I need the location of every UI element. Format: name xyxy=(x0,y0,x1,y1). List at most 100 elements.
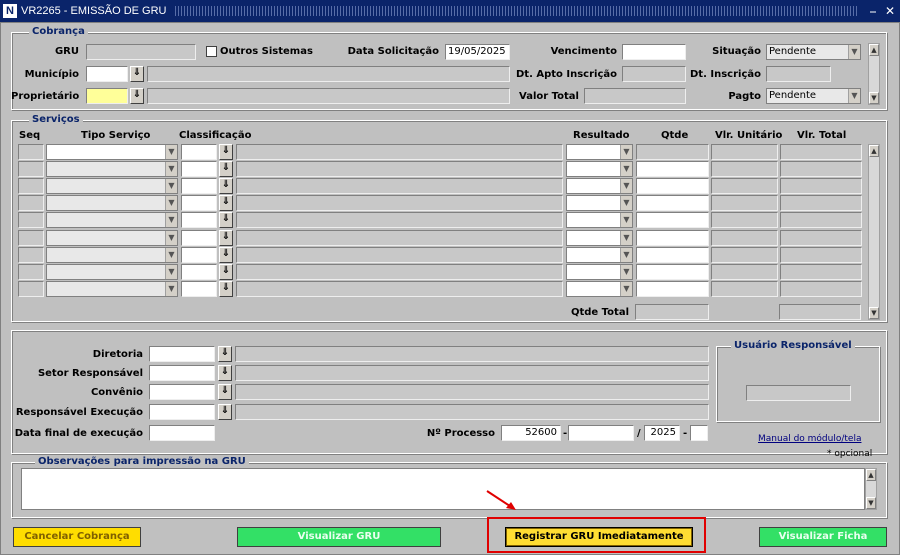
classificacao-code-cell[interactable] xyxy=(181,281,217,297)
scroll-up-icon[interactable]: ▲ xyxy=(869,44,879,56)
vlr-total-sum-field[interactable] xyxy=(779,304,861,320)
classificacao-code-cell[interactable] xyxy=(181,144,217,160)
tipo-servico-select[interactable]: ▼ xyxy=(46,161,178,177)
resultado-select[interactable]: ▼ xyxy=(566,144,633,160)
vlr-total-cell[interactable] xyxy=(780,264,862,280)
usuario-responsavel-field[interactable] xyxy=(746,385,851,401)
vlr-unitario-cell[interactable] xyxy=(711,281,778,297)
classificacao-name-cell[interactable] xyxy=(236,281,563,297)
seq-cell[interactable] xyxy=(18,195,44,211)
vencimento-field[interactable] xyxy=(622,44,686,60)
seq-cell[interactable] xyxy=(18,281,44,297)
classificacao-code-cell[interactable] xyxy=(181,161,217,177)
resultado-select[interactable]: ▼ xyxy=(566,195,633,211)
vlr-total-cell[interactable] xyxy=(780,144,862,160)
classificacao-lov-icon[interactable]: ⇓ xyxy=(219,195,233,211)
outros-sistemas-checkbox[interactable] xyxy=(206,46,217,57)
vlr-total-cell[interactable] xyxy=(780,281,862,297)
convenio-name-field[interactable] xyxy=(235,384,709,400)
vlr-unitario-cell[interactable] xyxy=(711,195,778,211)
seq-cell[interactable] xyxy=(18,212,44,228)
scroll-up-icon[interactable]: ▲ xyxy=(869,145,879,157)
dt-inscricao-field[interactable] xyxy=(766,66,831,82)
vlr-total-cell[interactable] xyxy=(780,212,862,228)
tipo-servico-select[interactable]: ▼ xyxy=(46,264,178,280)
resultado-select[interactable]: ▼ xyxy=(566,212,633,228)
classificacao-code-cell[interactable] xyxy=(181,212,217,228)
convenio-code-field[interactable] xyxy=(149,384,215,400)
cobranca-scrollbar[interactable]: ▲ ▼ xyxy=(868,43,880,105)
classificacao-code-cell[interactable] xyxy=(181,247,217,263)
vlr-total-cell[interactable] xyxy=(780,195,862,211)
seq-cell[interactable] xyxy=(18,247,44,263)
dt-apto-field[interactable] xyxy=(622,66,686,82)
proprietario-lov-icon[interactable]: ⇓ xyxy=(130,88,144,104)
seq-cell[interactable] xyxy=(18,230,44,246)
data-solicitacao-field[interactable]: 19/05/2025 xyxy=(445,44,510,60)
tipo-servico-select[interactable]: ▼ xyxy=(46,212,178,228)
classificacao-name-cell[interactable] xyxy=(236,212,563,228)
tipo-servico-select[interactable]: ▼ xyxy=(46,247,178,263)
observacoes-scrollbar[interactable]: ▲ ▼ xyxy=(865,468,877,510)
pagto-select[interactable]: Pendente ▼ xyxy=(766,88,861,104)
classificacao-name-cell[interactable] xyxy=(236,247,563,263)
servicos-scrollbar[interactable]: ▲ ▼ xyxy=(868,144,880,320)
resultado-select[interactable]: ▼ xyxy=(566,178,633,194)
setor-name-field[interactable] xyxy=(235,365,709,381)
data-final-field[interactable] xyxy=(149,425,215,441)
manual-link[interactable]: Manual do módulo/tela xyxy=(758,434,861,444)
scroll-down-icon[interactable]: ▼ xyxy=(869,307,879,319)
setor-code-field[interactable] xyxy=(149,365,215,381)
visualizar-gru-button[interactable]: Visualizar GRU xyxy=(237,527,441,547)
registrar-gru-button[interactable]: Registrar GRU Imediatamente xyxy=(505,527,693,547)
classificacao-name-cell[interactable] xyxy=(236,178,563,194)
vlr-unitario-cell[interactable] xyxy=(711,212,778,228)
proprietario-name-field[interactable] xyxy=(147,88,510,104)
scroll-down-icon[interactable]: ▼ xyxy=(866,497,876,509)
scroll-up-icon[interactable]: ▲ xyxy=(866,469,876,481)
resp-execucao-code-field[interactable] xyxy=(149,404,215,420)
vlr-total-cell[interactable] xyxy=(780,247,862,263)
vlr-unitario-cell[interactable] xyxy=(711,247,778,263)
resultado-select[interactable]: ▼ xyxy=(566,161,633,177)
qtde-cell[interactable] xyxy=(636,247,709,263)
classificacao-lov-icon[interactable]: ⇓ xyxy=(219,178,233,194)
vlr-unitario-cell[interactable] xyxy=(711,230,778,246)
resp-execucao-lov-icon[interactable]: ⇓ xyxy=(218,404,232,420)
tipo-servico-select[interactable]: ▼ xyxy=(46,144,178,160)
processo-parte2-field[interactable] xyxy=(568,425,634,441)
qtde-cell[interactable] xyxy=(636,281,709,297)
qtde-cell[interactable] xyxy=(636,144,709,160)
diretoria-code-field[interactable] xyxy=(149,346,215,362)
processo-digito-field[interactable] xyxy=(690,425,708,441)
valor-total-field[interactable] xyxy=(584,88,686,104)
classificacao-lov-icon[interactable]: ⇓ xyxy=(219,281,233,297)
cancelar-cobranca-button[interactable]: Cancelar Cobrança xyxy=(13,527,141,547)
minimize-icon[interactable]: ⎯ xyxy=(866,4,880,19)
municipio-lov-icon[interactable]: ⇓ xyxy=(130,66,144,82)
seq-cell[interactable] xyxy=(18,161,44,177)
resultado-select[interactable]: ▼ xyxy=(566,247,633,263)
diretoria-name-field[interactable] xyxy=(235,346,709,362)
scroll-down-icon[interactable]: ▼ xyxy=(869,92,879,104)
seq-cell[interactable] xyxy=(18,178,44,194)
seq-cell[interactable] xyxy=(18,144,44,160)
resultado-select[interactable]: ▼ xyxy=(566,281,633,297)
classificacao-lov-icon[interactable]: ⇓ xyxy=(219,144,233,160)
resultado-select[interactable]: ▼ xyxy=(566,264,633,280)
qtde-cell[interactable] xyxy=(636,195,709,211)
tipo-servico-select[interactable]: ▼ xyxy=(46,178,178,194)
tipo-servico-select[interactable]: ▼ xyxy=(46,230,178,246)
proprietario-code-field[interactable] xyxy=(86,88,128,104)
municipio-code-field[interactable] xyxy=(86,66,128,82)
classificacao-name-cell[interactable] xyxy=(236,264,563,280)
classificacao-lov-icon[interactable]: ⇓ xyxy=(219,247,233,263)
qtde-cell[interactable] xyxy=(636,264,709,280)
classificacao-lov-icon[interactable]: ⇓ xyxy=(219,212,233,228)
classificacao-lov-icon[interactable]: ⇓ xyxy=(219,161,233,177)
vlr-unitario-cell[interactable] xyxy=(711,178,778,194)
close-icon[interactable]: ✕ xyxy=(883,4,897,18)
classificacao-lov-icon[interactable]: ⇓ xyxy=(219,230,233,246)
qtde-cell[interactable] xyxy=(636,161,709,177)
qtde-cell[interactable] xyxy=(636,178,709,194)
